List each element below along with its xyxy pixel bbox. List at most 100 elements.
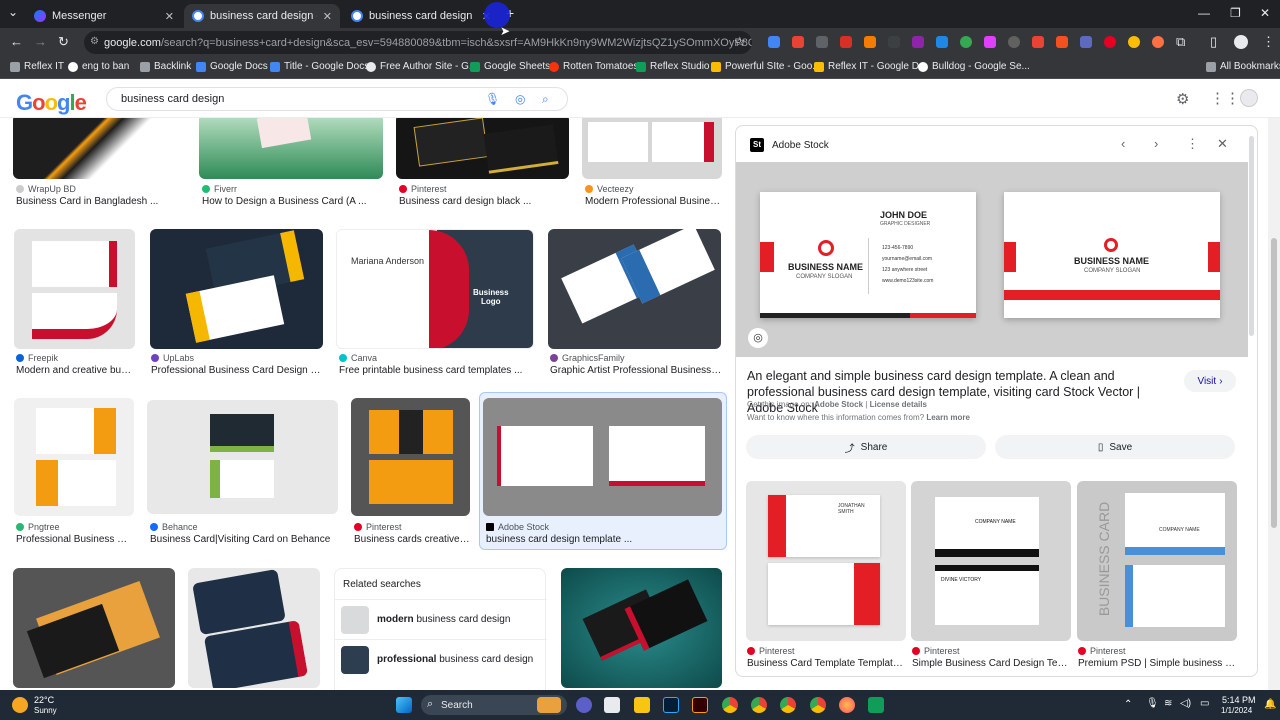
result-source[interactable]: WrapUp BD	[16, 184, 76, 194]
extension-icon[interactable]	[864, 36, 876, 48]
related-item[interactable]: professional business card design	[335, 639, 547, 679]
visit-button[interactable]: Visit ›	[1184, 370, 1236, 392]
maximize-icon[interactable]: ❐	[1230, 6, 1241, 20]
account-avatar[interactable]	[1240, 89, 1258, 107]
result-image[interactable]	[351, 398, 470, 516]
extension-icon[interactable]	[1128, 36, 1140, 48]
result-image[interactable]	[396, 118, 569, 179]
result-caption[interactable]: Graphic Artist Professional Business ...	[550, 365, 722, 376]
bookmark-item[interactable]: Google Docs	[196, 61, 268, 72]
extension-icon[interactable]	[1032, 36, 1044, 48]
prev-icon[interactable]: ‹	[1121, 136, 1125, 151]
clock-date[interactable]: 1/1/2024	[1221, 706, 1252, 715]
result-source[interactable]: Pinterest	[354, 522, 402, 532]
clock-time[interactable]: 5:14 PM	[1222, 695, 1256, 705]
tab-google-images[interactable]: business card design - Google ✕	[184, 4, 340, 28]
result-image[interactable]	[483, 398, 722, 516]
extension-icon[interactable]	[912, 36, 924, 48]
chrome-icon[interactable]	[780, 697, 796, 713]
result-caption[interactable]: Business Card in Bangladesh ...	[16, 196, 184, 207]
bookmark-item[interactable]: Bulldog - Google Se...	[918, 61, 1030, 72]
address-bar[interactable]: ⚙ google.com/search?q=business+card+desi…	[84, 31, 752, 54]
result-caption[interactable]: Business cards creative t...	[354, 534, 470, 545]
result-caption[interactable]: Modern and creative busi...	[16, 365, 134, 376]
bookmark-item[interactable]: eng to ban	[68, 61, 129, 72]
close-panel-icon[interactable]: ✕	[1217, 136, 1228, 152]
result-caption[interactable]: Professional Business Ca...	[16, 534, 132, 545]
save-button[interactable]: ▯ Save	[995, 435, 1235, 459]
search-input[interactable]: business card design 🎙 ◎ ⌕	[106, 87, 568, 111]
result-image[interactable]	[188, 568, 320, 688]
chevron-up-icon[interactable]: ⌃	[1124, 699, 1132, 710]
firefox-icon[interactable]	[839, 697, 855, 713]
bookmark-item[interactable]: Reflex Studio	[636, 61, 709, 72]
extension-icon[interactable]	[888, 36, 900, 48]
similar-image[interactable]: BUSINESS CARD COMPANY NAME	[1077, 481, 1237, 641]
result-image[interactable]	[14, 229, 135, 349]
result-source[interactable]: Canva	[339, 353, 377, 363]
taskbar-search[interactable]: ⌕ Search	[421, 695, 567, 715]
menu-dots-icon[interactable]: ⋮	[1262, 34, 1275, 50]
panel-scrollbar[interactable]	[1249, 136, 1254, 336]
result-image[interactable]	[561, 568, 722, 688]
chrome-icon[interactable]	[751, 697, 767, 713]
result-source[interactable]: Vecteezy	[585, 184, 634, 194]
similar-image[interactable]: COMPANY NAME DIVINE VICTORY	[911, 481, 1071, 641]
extension-icon[interactable]	[1056, 36, 1068, 48]
tab-google-bangla[interactable]: business card design bangla - ( ✕	[343, 4, 499, 28]
result-image[interactable]	[199, 118, 383, 179]
similar-source[interactable]: Pinterest	[747, 646, 795, 656]
result-caption[interactable]: Business Card|Visiting Card on Behance	[150, 534, 336, 545]
snipping-icon[interactable]	[604, 697, 620, 713]
extension-icon[interactable]	[960, 36, 972, 48]
extension-icon[interactable]	[768, 36, 780, 48]
result-image[interactable]: Mariana Anderson Business Logo	[336, 229, 534, 349]
lens-search-icon[interactable]: ◎	[748, 328, 768, 348]
bookmark-item[interactable]: Reflex IT - Google D...	[814, 61, 927, 72]
settings-gear-icon[interactable]: ⚙	[1176, 90, 1189, 108]
volume-icon[interactable]: ◁)	[1180, 698, 1191, 709]
result-source[interactable]: Freepik	[16, 353, 58, 363]
license-link[interactable]: License details	[870, 400, 927, 409]
result-caption[interactable]: Business card design black ...	[399, 196, 567, 207]
file-explorer-icon[interactable]	[634, 697, 650, 713]
reload-icon[interactable]: ↻	[58, 34, 69, 50]
result-image[interactable]	[13, 118, 186, 179]
similar-image[interactable]: JONATHAN SMITH	[746, 481, 906, 641]
result-source[interactable]: UpLabs	[151, 353, 194, 363]
similar-source[interactable]: Pinterest	[912, 646, 960, 656]
result-source[interactable]: Adobe Stock	[486, 522, 549, 532]
extension-icon[interactable]	[840, 36, 852, 48]
window-close-icon[interactable]: ✕	[1260, 6, 1270, 20]
side-panel-icon[interactable]: ▯	[1210, 34, 1217, 50]
close-icon[interactable]: ✕	[165, 10, 174, 23]
result-image[interactable]	[150, 229, 323, 349]
lens-icon[interactable]: ◎	[515, 92, 525, 106]
forward-icon[interactable]: →	[34, 34, 47, 49]
related-item[interactable]: modern business card design	[335, 599, 547, 639]
photoshop-icon[interactable]	[663, 697, 679, 713]
meet-icon[interactable]	[576, 697, 592, 713]
extensions-puzzle-icon[interactable]: ⧉	[1176, 34, 1185, 50]
next-icon[interactable]: ›	[1154, 136, 1158, 151]
extension-icon[interactable]	[1152, 36, 1164, 48]
extension-icon[interactable]	[792, 36, 804, 48]
bookmark-item[interactable]: Rotten Tomatoes	[549, 61, 638, 72]
pinterest-icon[interactable]	[1104, 36, 1116, 48]
tab-search-icon[interactable]: ⌄	[8, 5, 18, 19]
result-caption[interactable]: How to Design a Business Card (A ...	[202, 196, 382, 207]
result-caption[interactable]: business card design template ...	[486, 534, 722, 545]
extension-icon[interactable]	[1080, 36, 1092, 48]
bookmark-item[interactable]: Powerful SIte - Goo...	[711, 61, 821, 72]
similar-source[interactable]: Pinterest	[1078, 646, 1126, 656]
extension-icon[interactable]	[1008, 36, 1020, 48]
mic-tray-icon[interactable]: 🎙	[1146, 698, 1159, 709]
start-windows-icon[interactable]	[396, 697, 412, 713]
extension-icon[interactable]	[936, 36, 948, 48]
back-icon[interactable]: ←	[10, 34, 23, 49]
sheets-icon[interactable]	[868, 697, 884, 713]
result-image[interactable]	[582, 118, 722, 179]
bookmark-item[interactable]: Free Author Site - G...	[366, 61, 477, 72]
more-options-icon[interactable]: ⋮	[1186, 136, 1199, 152]
learn-more-link[interactable]: Learn more	[926, 413, 970, 422]
